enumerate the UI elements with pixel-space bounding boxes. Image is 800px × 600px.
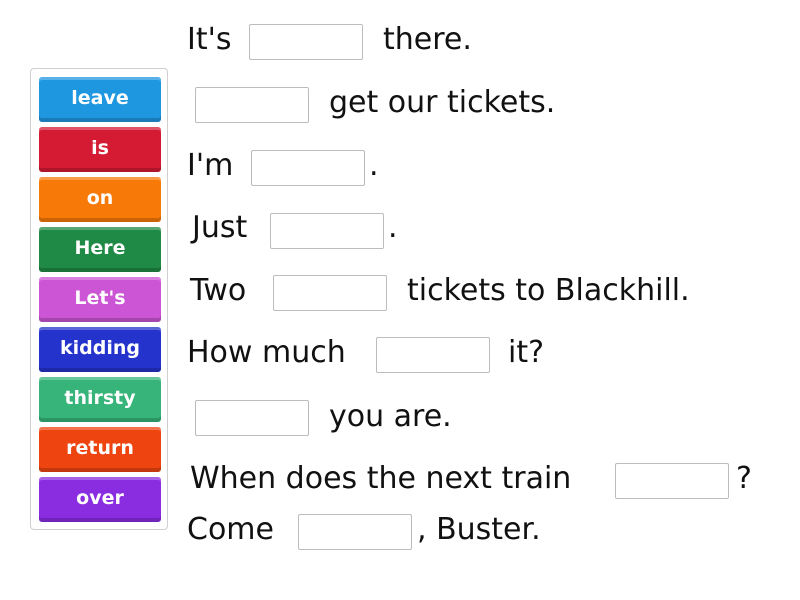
answer-blank-3[interactable]	[251, 150, 365, 186]
tile-label: Here	[74, 237, 126, 259]
word-tile-here[interactable]: Here	[39, 227, 161, 272]
tile-label: Let's	[74, 287, 126, 309]
sentence-text-before: Just	[192, 210, 248, 245]
sentence-text-after: ?	[736, 461, 752, 496]
sentence-text-before: I'm	[187, 148, 234, 183]
answer-blank-4[interactable]	[270, 213, 384, 249]
answer-blank-5[interactable]	[273, 275, 387, 311]
answer-blank-8[interactable]	[615, 463, 729, 499]
sentence-text-after: tickets to Blackhill.	[407, 273, 690, 308]
sentence-text-before: Two	[190, 273, 247, 308]
sentence-text-before: Come	[187, 512, 274, 547]
tile-label: is	[91, 137, 109, 159]
word-tile-leave[interactable]: leave	[39, 77, 161, 122]
sentence-text-after: .	[388, 210, 398, 245]
answer-blank-6[interactable]	[376, 337, 490, 373]
sentence-7: you are.	[187, 397, 787, 437]
word-tile-thirsty[interactable]: thirsty	[39, 377, 161, 422]
sentence-text-before: It's	[187, 22, 232, 57]
sentence-2: get our tickets.	[187, 83, 787, 123]
tile-label: over	[76, 487, 124, 509]
tile-label: return	[66, 437, 134, 459]
word-tile-lets[interactable]: Let's	[39, 277, 161, 322]
sentence-1: It's there.	[187, 20, 787, 60]
word-tile-on[interactable]: on	[39, 177, 161, 222]
sentence-text-after: it?	[508, 335, 545, 370]
answer-blank-1[interactable]	[249, 24, 363, 60]
sentence-4: Just .	[192, 208, 792, 249]
answer-blank-2[interactable]	[195, 87, 309, 123]
sentence-text-before: How much	[187, 335, 346, 370]
answer-blank-7[interactable]	[195, 400, 309, 436]
sentence-3: I'm .	[187, 146, 787, 186]
word-tile-over[interactable]: over	[39, 477, 161, 522]
sentence-text-after: .	[369, 148, 379, 183]
sentence-text-after: there.	[383, 22, 472, 57]
answer-blank-9[interactable]	[298, 514, 412, 550]
sentence-text-after: , Buster.	[417, 512, 541, 547]
tile-label: kidding	[60, 337, 140, 359]
word-bank: leave is on Here Let's kidding thirsty r…	[30, 68, 168, 530]
sentence-8: When does the next train ?	[190, 459, 800, 499]
sentence-5: Two tickets to Blackhill.	[190, 271, 790, 311]
sentence-6: How much it?	[187, 333, 787, 373]
tile-label: on	[86, 187, 114, 209]
word-tile-return[interactable]: return	[39, 427, 161, 472]
tile-label: leave	[71, 87, 129, 109]
word-tile-kidding[interactable]: kidding	[39, 327, 161, 372]
sentence-text-before: When does the next train	[190, 461, 572, 496]
word-tile-is[interactable]: is	[39, 127, 161, 172]
sentence-text-after: you are.	[329, 399, 452, 434]
sentence-text-after: get our tickets.	[329, 85, 556, 120]
sentence-9: Come , Buster.	[187, 510, 787, 550]
tile-label: thirsty	[64, 387, 136, 409]
